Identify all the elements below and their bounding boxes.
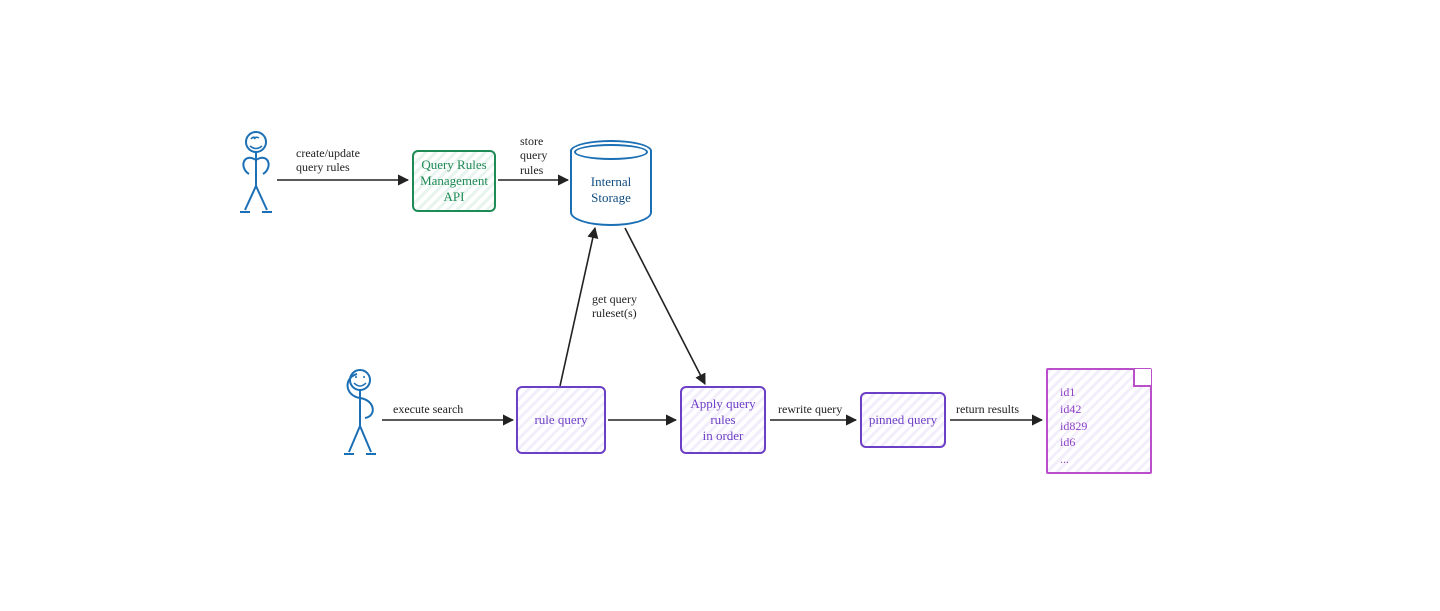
node-storage-label: Internal Storage: [570, 174, 652, 206]
node-pinned-query: pinned query: [860, 392, 946, 448]
result-id: id42: [1060, 401, 1087, 418]
label-rewrite: rewrite query: [778, 402, 842, 416]
result-id: id1: [1060, 384, 1087, 401]
label-store: store query rules: [520, 134, 547, 177]
node-results: id1 id42 id829 id6 ...: [1046, 368, 1152, 474]
result-id: ...: [1060, 451, 1087, 468]
admin-user-icon: [233, 130, 279, 221]
node-apply-rules: Apply query rules in order: [680, 386, 766, 454]
node-rule-query: rule query: [516, 386, 606, 454]
arrow-layer: [0, 0, 1440, 611]
result-id: id6: [1060, 434, 1087, 451]
label-create-update: create/update query rules: [296, 146, 360, 175]
document-fold-icon: [1133, 369, 1151, 387]
label-return-results: return results: [956, 402, 1019, 416]
node-api: Query Rules Management API: [412, 150, 496, 212]
arrow-ruleset-down: [625, 228, 705, 384]
search-user-icon: [337, 368, 383, 463]
arrow-get-ruleset: [560, 228, 595, 386]
label-get-ruleset: get query ruleset(s): [592, 292, 637, 321]
node-storage: Internal Storage: [570, 140, 652, 226]
results-list: id1 id42 id829 id6 ...: [1060, 384, 1087, 468]
result-id: id829: [1060, 418, 1087, 435]
label-execute-search: execute search: [393, 402, 463, 416]
diagram-canvas: create/update query rules store query ru…: [0, 0, 1440, 611]
